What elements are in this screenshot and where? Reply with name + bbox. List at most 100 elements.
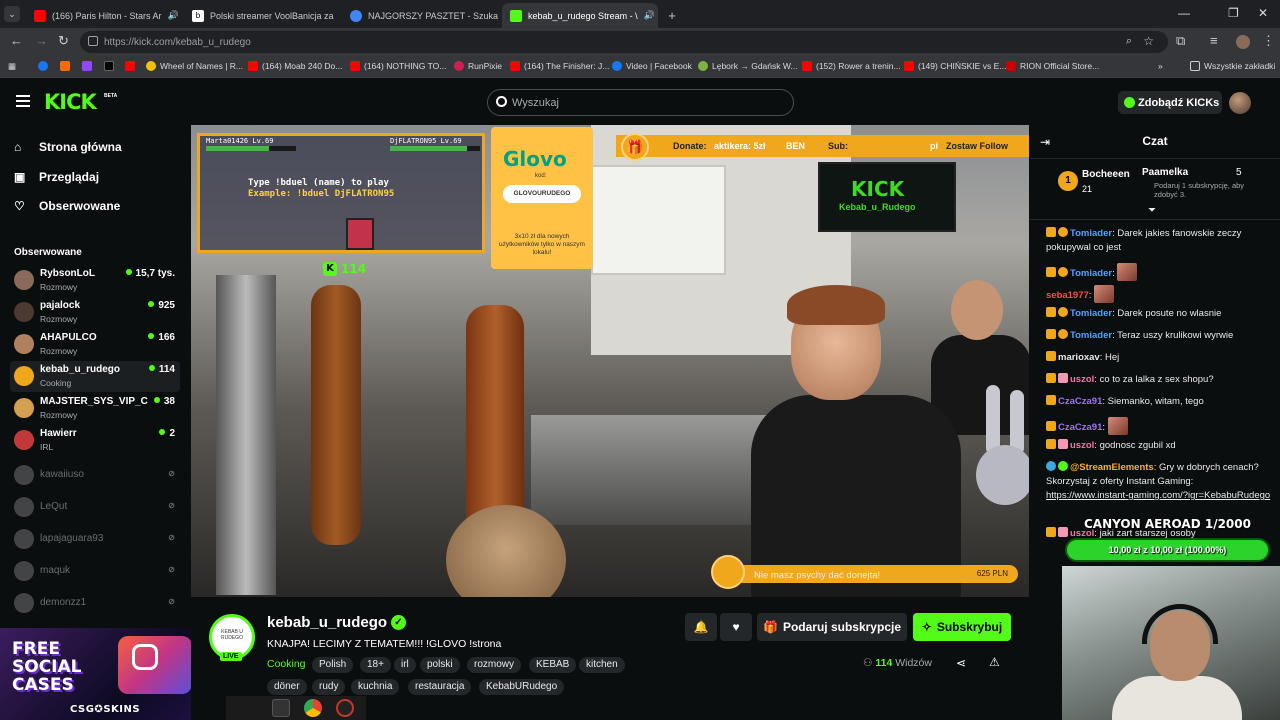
youtube-bookmark[interactable]	[125, 61, 135, 71]
profile-avatar[interactable]	[1236, 35, 1250, 49]
sidebar-channel[interactable]: AHAPULCO Rozmowy 166	[10, 329, 180, 360]
url-input[interactable]: https://kick.com/kebab_u_rudego ⌕ ☆	[80, 31, 1168, 53]
bookmark-item[interactable]: (164) The Finisher: J...	[510, 61, 609, 71]
nav-following[interactable]: ♡ Obserwowane	[14, 199, 120, 213]
bookmark-icon[interactable]	[60, 61, 70, 71]
chat-username[interactable]: @StreamElements	[1070, 462, 1154, 473]
bookmarks-overflow-icon[interactable]: »	[1158, 61, 1163, 71]
zoom-icon[interactable]: ⌕	[1126, 35, 1132, 48]
channel-name[interactable]: kebab_u_rudego	[267, 614, 387, 631]
bookmark-item[interactable]: (149) CHIŃSKIE vs E...	[904, 61, 1006, 71]
sidebar-channel-offline[interactable]: LeQut ⊘	[10, 492, 180, 523]
bookmark-item[interactable]: Wheel of Names | R...	[146, 61, 243, 71]
sidebar-channel-offline[interactable]: lapajaguara93 ⊘	[10, 524, 180, 555]
gift-sub-button[interactable]: 🎁 Podaruj subskrypcje	[757, 613, 907, 641]
speaker-icon[interactable]: 🔊	[168, 10, 178, 21]
sidebar-channel-active[interactable]: kebab_u_rudego Cooking 114	[10, 361, 180, 392]
rank-badge: 1	[1058, 171, 1078, 191]
notification-bell-button[interactable]: 🔔	[685, 613, 717, 641]
tag[interactable]: rudy	[312, 679, 346, 695]
chat-username[interactable]: Tomiader	[1070, 268, 1112, 279]
restore-icon[interactable]: ❐	[1228, 6, 1239, 20]
expand-icon[interactable]: ⏷	[1148, 205, 1156, 216]
bookmark-item[interactable]: (164) Moab 240 Do...	[248, 61, 342, 71]
obs-icon[interactable]	[336, 699, 354, 717]
sidebar-channel[interactable]: Hawierr IRL 2	[10, 425, 180, 456]
sidebar-channel-offline[interactable]: kawaiiuso ⊘	[10, 460, 180, 491]
sidebar-channel-offline[interactable]: maquk ⊘	[10, 556, 180, 587]
tab-search-button[interactable]: ⌄	[4, 6, 20, 22]
webcam-person-body	[1112, 676, 1242, 720]
video-player[interactable]: KICK Kebab_u_Rudego Marta01426 Lv.69 DjF…	[191, 125, 1029, 597]
bookmark-star-icon[interactable]: ☆	[1143, 34, 1154, 48]
chat-username[interactable]: CzaCza91	[1058, 396, 1102, 407]
get-kicks-button[interactable]: Zdobądź KICKs	[1118, 91, 1222, 114]
bookmark-item[interactable]: Video | Facebook	[612, 61, 692, 71]
follow-heart-button[interactable]: ♥	[720, 613, 752, 641]
all-bookmarks-folder[interactable]: Wszystkie zakładki	[1190, 61, 1275, 71]
sidebar-channel[interactable]: MAJSTER_SYS_VIP_C Rozmowy 38	[10, 393, 180, 424]
hamburger-menu-icon[interactable]	[16, 95, 30, 107]
sidebar-channel[interactable]: RybsonLoL Rozmowy 15,7 tys.	[10, 265, 180, 296]
chat-username[interactable]: marioxav	[1058, 352, 1100, 363]
chrome-icon[interactable]	[304, 699, 322, 717]
bookmark-item[interactable]: Lębork → Gdańsk W...	[698, 61, 798, 71]
tag[interactable]: döner	[267, 679, 307, 695]
chat-link[interactable]: https://www.instant-gaming.com/?igr=Keba…	[1046, 490, 1270, 501]
video-fryers	[531, 415, 781, 525]
browser-tab-4[interactable]: kebab_u_rudego Stream - \ 🔊✕	[502, 3, 658, 28]
tag[interactable]: Polish	[312, 657, 354, 673]
bookmark-item[interactable]: RION Official Store...	[1006, 61, 1099, 71]
tag[interactable]: KEBAB	[529, 657, 577, 673]
extensions-icon[interactable]: ⧉	[1176, 33, 1185, 49]
category-link[interactable]: Cooking	[267, 658, 306, 670]
apps-grid-icon[interactable]: ▦	[8, 61, 16, 72]
menu-kebab-icon[interactable]: ⋮	[1262, 33, 1275, 49]
browser-tab-3[interactable]: NAJGORSZY PASZTET - Szukaj ✕	[342, 3, 498, 28]
tag[interactable]: kuchnia	[351, 679, 400, 695]
subscribe-button[interactable]: ✧ Subskrybuj	[913, 613, 1011, 641]
minimize-icon[interactable]: —	[1178, 6, 1190, 20]
search-input[interactable]: Wyszukaj	[487, 89, 794, 116]
user-avatar[interactable]	[1229, 92, 1251, 114]
report-icon[interactable]: ⚠	[989, 655, 1000, 669]
bookmark-item[interactable]: (152) Rower a trenin...	[802, 61, 901, 71]
chat-username[interactable]: Tomiader	[1070, 330, 1112, 341]
x-bookmark[interactable]	[104, 61, 114, 71]
browser-tab-1[interactable]: (166) Paris Hilton - Stars Ar 🔊✕	[26, 3, 178, 28]
tag[interactable]: 18+	[360, 657, 391, 673]
media-control-icon[interactable]: ≡	[1210, 33, 1218, 48]
chat-username[interactable]: seba1977	[1046, 290, 1089, 301]
facebook-bookmark[interactable]	[38, 61, 48, 71]
tag[interactable]: irl	[394, 657, 416, 673]
tag[interactable]: KebabURudego	[479, 679, 565, 695]
chat-username[interactable]: Tomiader	[1070, 228, 1112, 239]
speaker-icon[interactable]: 🔊	[644, 10, 655, 21]
sidebar-channel[interactable]: pajalock Rozmowy 925	[10, 297, 180, 328]
reload-icon[interactable]: ↻	[58, 33, 69, 49]
sidebar-channel-offline[interactable]: demonzz1 ⊘	[10, 588, 180, 619]
chat-username[interactable]: uszol	[1070, 374, 1094, 385]
share-icon[interactable]: ⋖	[956, 656, 966, 670]
nav-browse[interactable]: ▣ Przeglądaj	[14, 170, 99, 184]
nav-home[interactable]: ⌂ Strona główna	[14, 140, 122, 154]
chat-message: CzaCza91: Siemanko, witam, tego	[1046, 395, 1276, 409]
site-info-icon[interactable]	[88, 36, 98, 46]
tag[interactable]: polski	[420, 657, 460, 673]
chat-username[interactable]: CzaCza91	[1058, 422, 1102, 433]
chat-username[interactable]: Tomiader	[1070, 308, 1112, 319]
chat-username[interactable]: uszol	[1070, 440, 1094, 451]
bookmark-item[interactable]: (164) NOTHING TO...	[350, 61, 446, 71]
twitch-bookmark[interactable]	[82, 61, 92, 71]
new-tab-button[interactable]: +	[662, 3, 682, 28]
forward-icon[interactable]: →	[35, 33, 48, 48]
tag[interactable]: kitchen	[579, 657, 625, 673]
tag[interactable]: restauracja	[408, 679, 472, 695]
back-icon[interactable]: ←	[10, 33, 23, 48]
close-window-icon[interactable]: ✕	[1258, 6, 1268, 20]
kick-logo[interactable]: KICK	[44, 90, 97, 114]
tag[interactable]: rozmowy	[467, 657, 522, 673]
terminal-icon[interactable]	[272, 699, 290, 717]
browser-tab-2[interactable]: b Polski streamer VoolBanicja za ✕	[184, 3, 336, 28]
bookmark-item[interactable]: RunPixie	[454, 61, 502, 71]
